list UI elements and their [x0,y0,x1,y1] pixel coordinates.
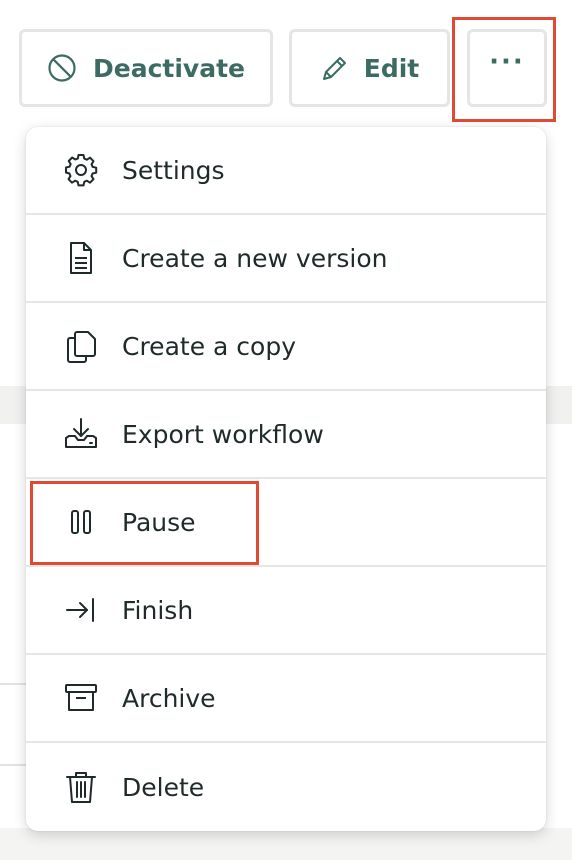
menu-item-label: Settings [122,155,225,185]
background-footer [0,828,572,860]
menu-item-pause[interactable]: Pause [26,479,546,567]
menu-item-label: Pause [122,507,196,537]
edit-label: Edit [363,53,420,83]
menu-item-label: Delete [122,772,205,802]
menu-item-create-copy[interactable]: Create a copy [26,303,546,391]
archive-box-icon [62,679,100,717]
pencil-icon [320,53,350,83]
menu-item-export-workflow[interactable]: Export workflow [26,391,546,479]
pause-icon [62,503,100,541]
menu-item-label: Export workflow [122,419,324,449]
menu-item-label: Create a copy [122,331,296,361]
more-options-button[interactable]: ··· [467,29,547,107]
menu-item-create-new-version[interactable]: Create a new version [26,215,546,303]
copy-icon [62,327,100,365]
ellipsis-icon: ··· [489,47,525,77]
trash-icon [62,768,100,806]
arrow-to-bar-icon [62,591,100,629]
document-icon [62,239,100,277]
gear-icon [62,151,100,189]
menu-item-finish[interactable]: Finish [26,567,546,655]
deactivate-button[interactable]: Deactivate [19,29,273,107]
more-options-menu: Settings Create a new version Create a c… [26,127,546,831]
prohibited-icon [47,53,77,83]
menu-item-label: Archive [122,683,216,713]
menu-item-settings[interactable]: Settings [26,127,546,215]
menu-item-label: Finish [122,595,194,625]
edit-button[interactable]: Edit [289,29,450,107]
menu-item-label: Create a new version [122,243,388,273]
download-tray-icon [62,415,100,453]
menu-item-archive[interactable]: Archive [26,655,546,743]
page: Deactivate Edit ··· Settings Create a ne… [0,0,572,860]
menu-item-delete[interactable]: Delete [26,743,546,831]
deactivate-label: Deactivate [93,53,245,83]
